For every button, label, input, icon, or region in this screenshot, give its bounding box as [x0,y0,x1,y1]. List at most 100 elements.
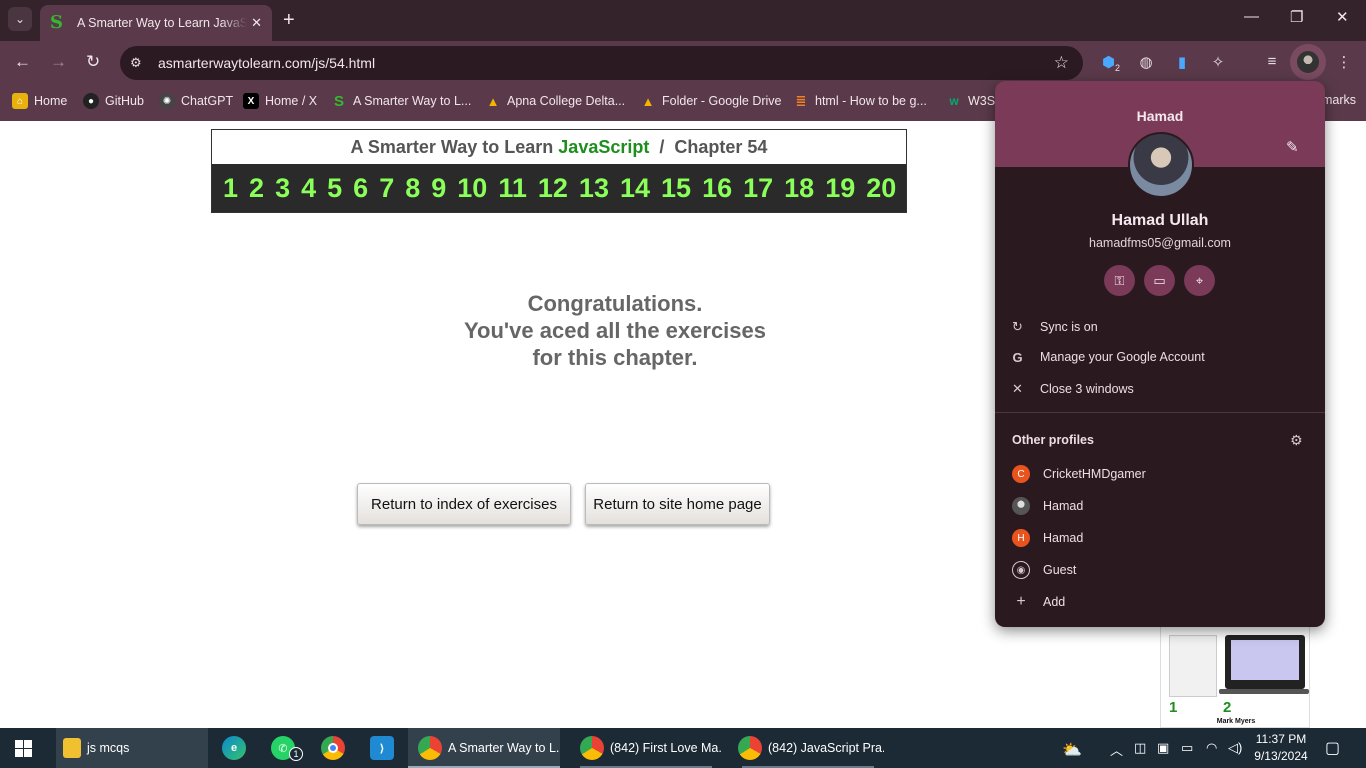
bookmark-stackoverflow[interactable]: ≣ html - How to be g... [793,93,927,109]
media-control-icon[interactable]: ≡ [1261,53,1283,70]
home-bookmark-icon: ⌂ [12,93,28,109]
bookmark-chatgpt[interactable]: ✺ ChatGPT [159,93,233,109]
minimize-icon[interactable]: — [1244,8,1259,25]
exercise-link[interactable]: 12 [538,173,568,204]
taskbar-vscode[interactable]: ⟩ [370,728,400,768]
exercise-link[interactable]: 19 [825,173,855,204]
edit-pencil-icon[interactable]: ✎ [1286,138,1299,156]
bookmark-label: ChatGPT [181,94,234,108]
screen-icon[interactable]: ▣ [1157,740,1169,756]
windows-start-icon[interactable] [15,740,32,757]
add-profile-item[interactable]: + Add [995,587,1325,617]
payment-card-icon[interactable]: ▭ [1144,265,1175,296]
chapter-title: A Smarter Way to Learn JavaScript / Chap… [212,130,906,164]
close-icon: ✕ [1012,381,1023,396]
taskbar-whatsapp[interactable]: ✆ 1 [271,728,307,768]
all-bookmarks[interactable]: marks [1322,93,1356,107]
url-text[interactable]: asmarterwaytolearn.com/js/54.html [158,55,375,71]
meet-now-icon[interactable]: ◫ [1134,740,1146,756]
new-tab-icon[interactable]: + [283,9,295,32]
forward-arrow-icon[interactable]: → [50,52,67,72]
profile-full-name: Hamad Ullah [1111,212,1209,229]
taskbar-folder-js-mcqs[interactable]: js mcqs [56,728,208,768]
exercise-link[interactable]: 10 [457,173,487,204]
manage-account-item[interactable]: G Manage your Google Account [995,342,1325,372]
close-windows-item[interactable]: ✕ Close 3 windows [995,374,1325,404]
extension-badge-icon[interactable]: ⬢2 [1100,53,1122,73]
taskbar-chrome-first-love[interactable]: (842) First Love Ma... [570,728,722,768]
taskbar-chrome-javascript-pra[interactable]: (842) JavaScript Pra... [732,728,884,768]
taskbar-chrome-smarter-way[interactable]: A Smarter Way to L... [408,728,560,768]
address-pin-icon[interactable]: ⌖ [1184,265,1215,296]
profile-item-label: Guest [1043,563,1077,577]
exercise-link[interactable]: 7 [379,173,394,204]
profile-item-guest[interactable]: ◉ Guest [995,555,1325,585]
bookmark-label: Home [34,94,68,108]
battery-icon[interactable]: ▭ [1181,740,1193,756]
exercise-link[interactable]: 14 [620,173,650,204]
site-info-icon[interactable]: ⚙ [130,55,154,71]
return-to-index-button[interactable]: Return to index of exercises [357,483,571,525]
bookmark-label: html - How to be g... [815,94,927,108]
passwords-key-icon[interactable]: ⚿ [1104,265,1135,296]
exercise-link[interactable]: 17 [743,173,773,204]
reload-icon[interactable]: ↻ [86,52,100,72]
bookmark-home[interactable]: ⌂ Home [12,93,67,109]
system-clock[interactable]: 11:37 PM 9/13/2024 [1250,731,1312,765]
address-bar[interactable]: ⚙ asmarterwaytolearn.com/js/54.html ☆ [120,46,1083,80]
notification-icon[interactable]: ▢ [1325,738,1340,758]
exercise-link[interactable]: 6 [353,173,368,204]
exercise-link[interactable]: 1 [223,173,238,204]
bookmark-github[interactable]: ● GitHub [83,93,144,109]
chevron-up-icon[interactable]: ︿ [1110,740,1123,759]
restore-icon[interactable]: ❐ [1290,8,1303,26]
sync-status-item[interactable]: ↻ Sync is on [995,312,1325,342]
profile-initial-icon: H [1012,529,1030,547]
profile-email: hamadfms05@gmail.com [1089,236,1231,250]
close-icon[interactable]: ✕ [251,15,262,31]
exercise-link[interactable]: 3 [275,173,290,204]
menu-dots-icon[interactable]: ⋮ [1333,53,1355,71]
exercise-link[interactable]: 2 [249,173,264,204]
volume-icon[interactable]: ◁) [1228,740,1242,756]
exercise-link[interactable]: 18 [784,173,814,204]
tab-search-button[interactable]: ⌄ [8,7,32,31]
profile-item-hamad-photo[interactable]: Hamad [995,491,1325,521]
profile-item-crickethmdgamer[interactable]: C CricketHMDgamer [995,459,1325,489]
copy-extension-icon[interactable]: ▮ [1171,53,1193,71]
exercise-link[interactable]: 15 [661,173,691,204]
bookmark-label: A Smarter Way to L... [353,94,472,108]
book-advertisement[interactable]: 1 2 Mark Myers [1160,626,1310,728]
wifi-icon[interactable]: ◠ [1206,740,1217,756]
taskbar-label: js mcqs [87,741,130,755]
weather-icon[interactable]: ⛅ [1062,740,1082,760]
bookmark-x[interactable]: X Home / X [243,93,317,109]
exercise-link[interactable]: 9 [431,173,446,204]
bookmark-apna-college[interactable]: ▲ Apna College Delta... [485,93,626,109]
bookmark-google-drive[interactable]: ▲ Folder - Google Drive [640,93,782,109]
extensions-puzzle-icon[interactable]: ✧ [1207,53,1229,71]
exercise-link[interactable]: 5 [327,173,342,204]
exercise-link[interactable]: 20 [866,173,896,204]
exercise-link[interactable]: 11 [498,173,527,204]
header-javascript-link[interactable]: JavaScript [558,137,649,157]
gear-icon[interactable]: ⚙ [1290,432,1303,449]
return-to-home-button[interactable]: Return to site home page [585,483,770,525]
exercise-link[interactable]: 4 [301,173,316,204]
bookmark-star-icon[interactable]: ☆ [1054,53,1069,73]
profile-item-hamad-initial[interactable]: H Hamad [995,523,1325,553]
exercise-link[interactable]: 8 [405,173,420,204]
folder-icon [63,738,81,758]
taskbar-chrome[interactable] [321,728,351,768]
profile-item-label: Hamad [1043,531,1084,545]
taskbar-edge[interactable]: e [222,728,252,768]
bookmark-smarter-way[interactable]: S A Smarter Way to L... [331,93,472,110]
exercise-link[interactable]: 16 [702,173,732,204]
bookmark-w3schools[interactable]: w W3S [946,93,995,109]
back-arrow-icon[interactable]: ← [14,52,31,72]
globe-icon[interactable]: ◍ [1135,53,1157,71]
profile-button[interactable] [1290,44,1326,80]
exercise-link[interactable]: 13 [579,173,609,204]
active-tab[interactable]: S A Smarter Way to Learn JavaScript ✕ [40,5,272,41]
window-close-icon[interactable]: ✕ [1336,8,1349,26]
